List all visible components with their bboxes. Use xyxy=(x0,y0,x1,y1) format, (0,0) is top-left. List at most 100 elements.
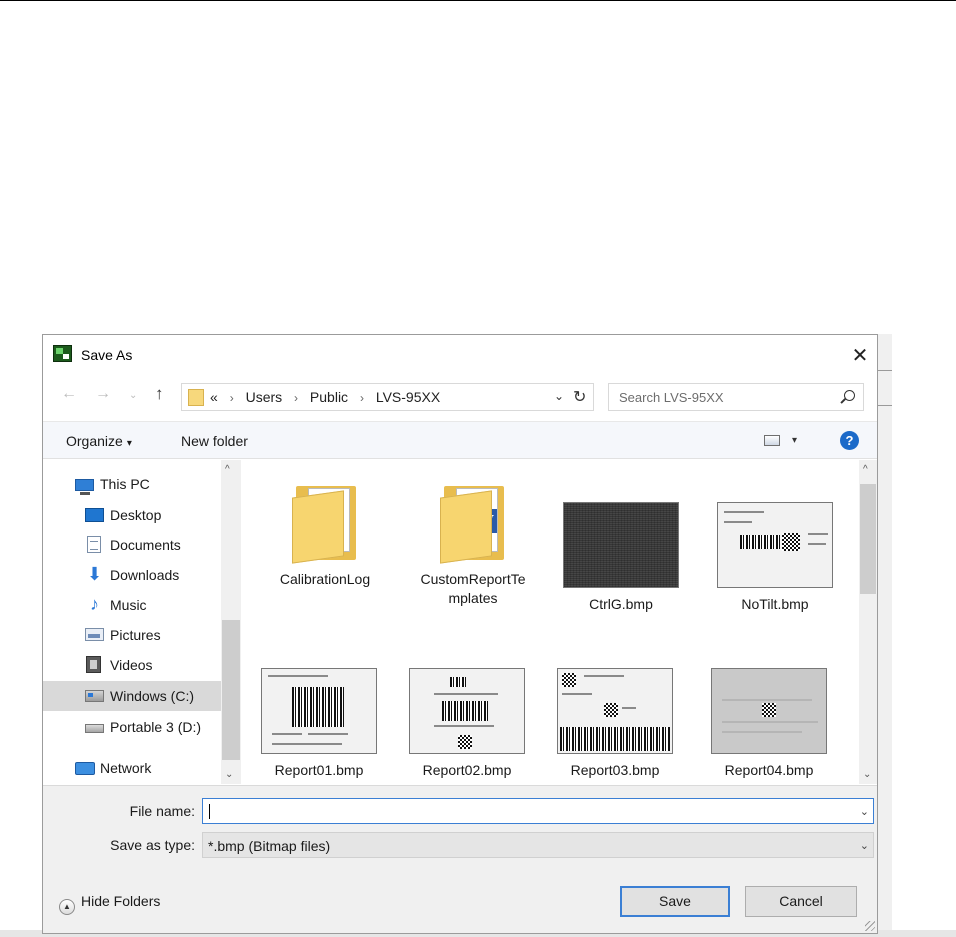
scroll-down-icon[interactable]: ⌄ xyxy=(225,769,233,780)
save-as-dialog: Save As ✕ ← → ⌄ ↑ « › Users › Public › L… xyxy=(42,334,878,934)
sidebar-item-label: Network xyxy=(100,760,152,776)
file-item-customreporttemplates[interactable]: W CustomReportTe mplates xyxy=(407,484,539,608)
sidebar-item-label: Downloads xyxy=(110,567,180,583)
scroll-up-icon[interactable]: ^ xyxy=(863,464,868,475)
sidebar-item-label: This PC xyxy=(100,476,150,492)
page: Save As ✕ ← → ⌄ ↑ « › Users › Public › L… xyxy=(0,0,956,937)
address-dropdown-icon[interactable]: ⌄ xyxy=(554,389,564,403)
new-folder-button[interactable]: New folder xyxy=(181,433,248,449)
scroll-down-icon[interactable]: ⌄ xyxy=(863,769,871,780)
sidebar-item-downloads[interactable]: ⬇ Downloads xyxy=(43,561,221,589)
breadcrumb-separator-icon: › xyxy=(229,391,234,405)
resize-grip-icon[interactable] xyxy=(865,921,875,931)
up-arrow-icon[interactable]: ↑ xyxy=(155,384,164,404)
folder-icon: W xyxy=(440,484,506,564)
breadcrumb-item-users[interactable]: Users xyxy=(246,389,283,405)
organize-caret-icon: ▾ xyxy=(126,438,132,449)
windows-drive-icon xyxy=(85,690,104,702)
file-item-ctrlg[interactable]: CtrlG.bmp xyxy=(555,502,687,614)
hide-folders-button[interactable]: ▲ Hide Folders xyxy=(59,893,160,915)
desktop-icon xyxy=(85,508,104,522)
file-item-report01[interactable]: Report01.bmp xyxy=(253,668,385,780)
network-icon xyxy=(75,762,95,775)
breadcrumb-item-public[interactable]: Public xyxy=(310,389,348,405)
file-item-report03[interactable]: Report03.bmp xyxy=(549,668,681,780)
file-item-report02[interactable]: Report02.bmp xyxy=(401,668,533,780)
file-name: Report03.bmp xyxy=(570,762,660,778)
command-toolbar: Organize ▾ New folder ▾ ? xyxy=(43,421,877,459)
image-thumbnail xyxy=(717,502,833,588)
file-name: NoTilt.bmp xyxy=(741,596,809,612)
breadcrumb: « › Users › Public › LVS-95XX xyxy=(210,389,440,405)
pictures-icon xyxy=(85,628,104,641)
file-name: CtrlG.bmp xyxy=(589,596,653,612)
forward-arrow-icon[interactable]: → xyxy=(95,385,111,403)
save-button[interactable]: Save xyxy=(620,886,730,917)
cancel-button[interactable]: Cancel xyxy=(745,886,857,917)
sidebar-item-network[interactable]: Network xyxy=(43,754,221,782)
file-name: Report04.bmp xyxy=(724,762,814,778)
sidebar-item-label: Videos xyxy=(110,657,153,673)
folder-icon xyxy=(188,389,204,406)
save-form: File name: ⌄ Save as type: *.bmp (Bitmap… xyxy=(43,785,877,933)
breadcrumb-item-lvs-95xx[interactable]: LVS-95XX xyxy=(376,389,440,405)
collapse-chevron-icon: ▲ xyxy=(59,899,75,915)
app-icon xyxy=(53,345,72,362)
recent-locations-chevron-icon[interactable]: ⌄ xyxy=(129,390,137,401)
image-thumbnail xyxy=(409,668,525,754)
help-icon[interactable]: ? xyxy=(840,431,859,450)
view-options-caret-icon[interactable]: ▾ xyxy=(792,435,797,446)
scroll-up-icon[interactable]: ^ xyxy=(225,464,230,475)
breadcrumb-separator-icon: › xyxy=(294,391,299,405)
back-arrow-icon[interactable]: ← xyxy=(61,385,77,403)
sidebar-item-documents[interactable]: Documents xyxy=(43,531,221,559)
page-top-rule xyxy=(0,0,956,1)
file-list-scrollbar-thumb[interactable] xyxy=(860,484,876,594)
computer-icon xyxy=(75,479,94,495)
sidebar-item-label: Portable 3 (D:) xyxy=(110,719,202,735)
file-name-dropdown-icon[interactable]: ⌄ xyxy=(860,805,869,818)
search-icon[interactable] xyxy=(844,390,855,401)
refresh-icon[interactable]: ↻ xyxy=(573,387,586,407)
organize-label: Organize xyxy=(66,433,123,449)
hide-folders-label: Hide Folders xyxy=(81,893,161,909)
file-item-notilt[interactable]: NoTilt.bmp xyxy=(709,502,841,614)
sidebar-item-portable-d[interactable]: Portable 3 (D:) xyxy=(43,713,221,741)
sidebar-item-desktop[interactable]: Desktop xyxy=(43,501,221,529)
background-window-edge xyxy=(877,334,892,937)
file-name: CustomReportTe mplates xyxy=(420,571,526,606)
sidebar-item-videos[interactable]: Videos xyxy=(43,651,221,679)
music-icon: ♪ xyxy=(90,594,99,614)
file-item-calibrationlog[interactable]: CalibrationLog xyxy=(259,484,391,589)
address-bar[interactable]: « › Users › Public › LVS-95XX ⌄ ↻ xyxy=(181,383,594,411)
image-thumbnail xyxy=(563,502,679,588)
drive-icon xyxy=(85,724,104,733)
sidebar-item-this-pc[interactable]: This PC xyxy=(43,470,221,498)
search-placeholder: Search LVS-95XX xyxy=(619,390,724,405)
file-name: Report02.bmp xyxy=(422,762,512,778)
sidebar-scrollbar[interactable]: ^ ⌄ xyxy=(221,460,241,784)
sidebar-item-music[interactable]: ♪ Music xyxy=(43,591,221,619)
change-view-icon[interactable] xyxy=(764,435,780,446)
file-name-input[interactable]: ⌄ xyxy=(202,798,874,824)
organize-menu-button[interactable]: Organize ▾ xyxy=(66,433,132,449)
documents-icon xyxy=(87,536,101,553)
sidebar-scrollbar-thumb[interactable] xyxy=(222,620,240,760)
save-as-type-select[interactable]: *.bmp (Bitmap files) ⌄ xyxy=(202,832,874,858)
breadcrumb-separator-icon: › xyxy=(359,391,364,405)
sidebar-item-label: Windows (C:) xyxy=(110,688,195,704)
search-input[interactable]: Search LVS-95XX xyxy=(608,383,864,411)
file-item-report04[interactable]: Report04.bmp xyxy=(703,668,835,780)
file-list-scrollbar[interactable]: ^ ⌄ xyxy=(859,460,877,784)
breadcrumb-overflow[interactable]: « xyxy=(210,389,218,405)
sidebar-item-windows-c[interactable]: Windows (C:) xyxy=(43,681,221,711)
file-name: Report01.bmp xyxy=(274,762,364,778)
close-button[interactable]: ✕ xyxy=(843,335,877,375)
sidebar: This PC Desktop Documents ⬇ Downloads ♪ … xyxy=(43,460,241,784)
file-name: CalibrationLog xyxy=(279,571,371,587)
sidebar-item-pictures[interactable]: Pictures xyxy=(43,621,221,649)
save-as-type-dropdown-icon[interactable]: ⌄ xyxy=(860,839,869,852)
sidebar-item-label: Desktop xyxy=(110,507,162,523)
file-list: CalibrationLog W CustomReportTe mplates … xyxy=(245,460,859,784)
background-window-notch xyxy=(878,370,892,406)
